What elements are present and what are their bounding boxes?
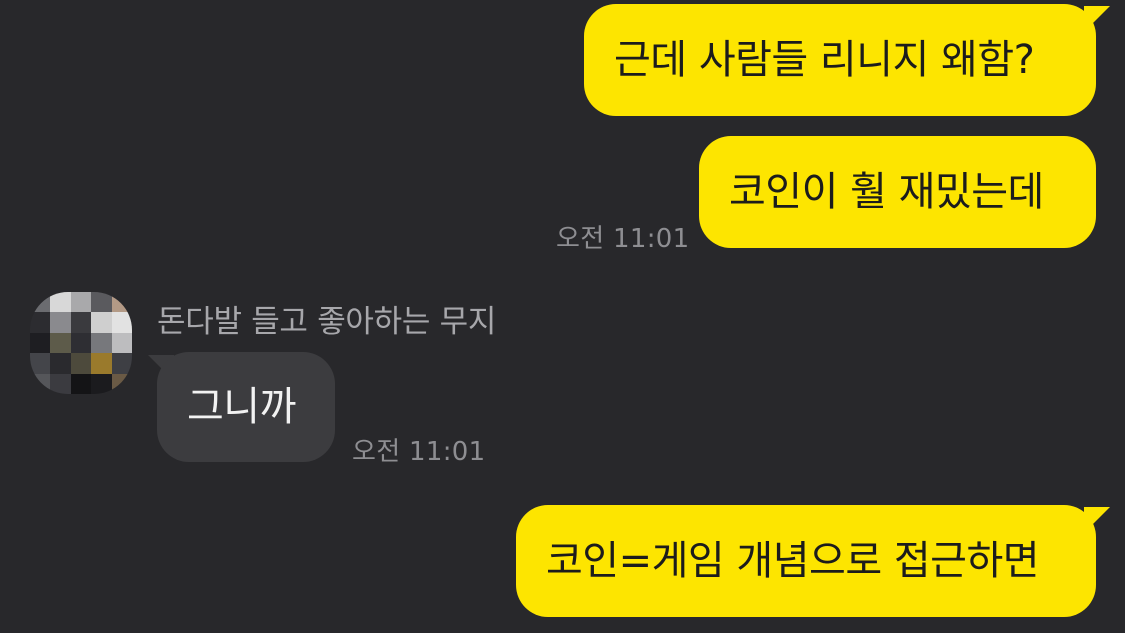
sender-avatar-icon[interactable] [30,292,132,394]
outgoing-message-bubble[interactable]: 코인=게임 개념으로 접근하면 [516,505,1096,617]
message-text: 코인이 훨 재밌는데 [729,169,1044,215]
message-text: 코인=게임 개념으로 접근하면 [546,538,1040,584]
incoming-message-bubble[interactable]: 그니까 [157,352,335,462]
message-timestamp: 오전 11:01 [556,224,690,254]
message-text: 그니까 [187,384,296,430]
bubble-tail [1084,6,1110,32]
outgoing-message-bubble[interactable]: 코인이 훨 재밌는데 [699,136,1096,248]
sender-name: 돈다발 들고 좋아하는 무지 [157,304,497,340]
bubble-tail [1084,507,1110,533]
message-timestamp: 오전 11:01 [352,437,486,467]
message-text: 근데 사람들 리니지 왜함? [614,37,1035,83]
outgoing-message-bubble[interactable]: 근데 사람들 리니지 왜함? [584,4,1096,116]
